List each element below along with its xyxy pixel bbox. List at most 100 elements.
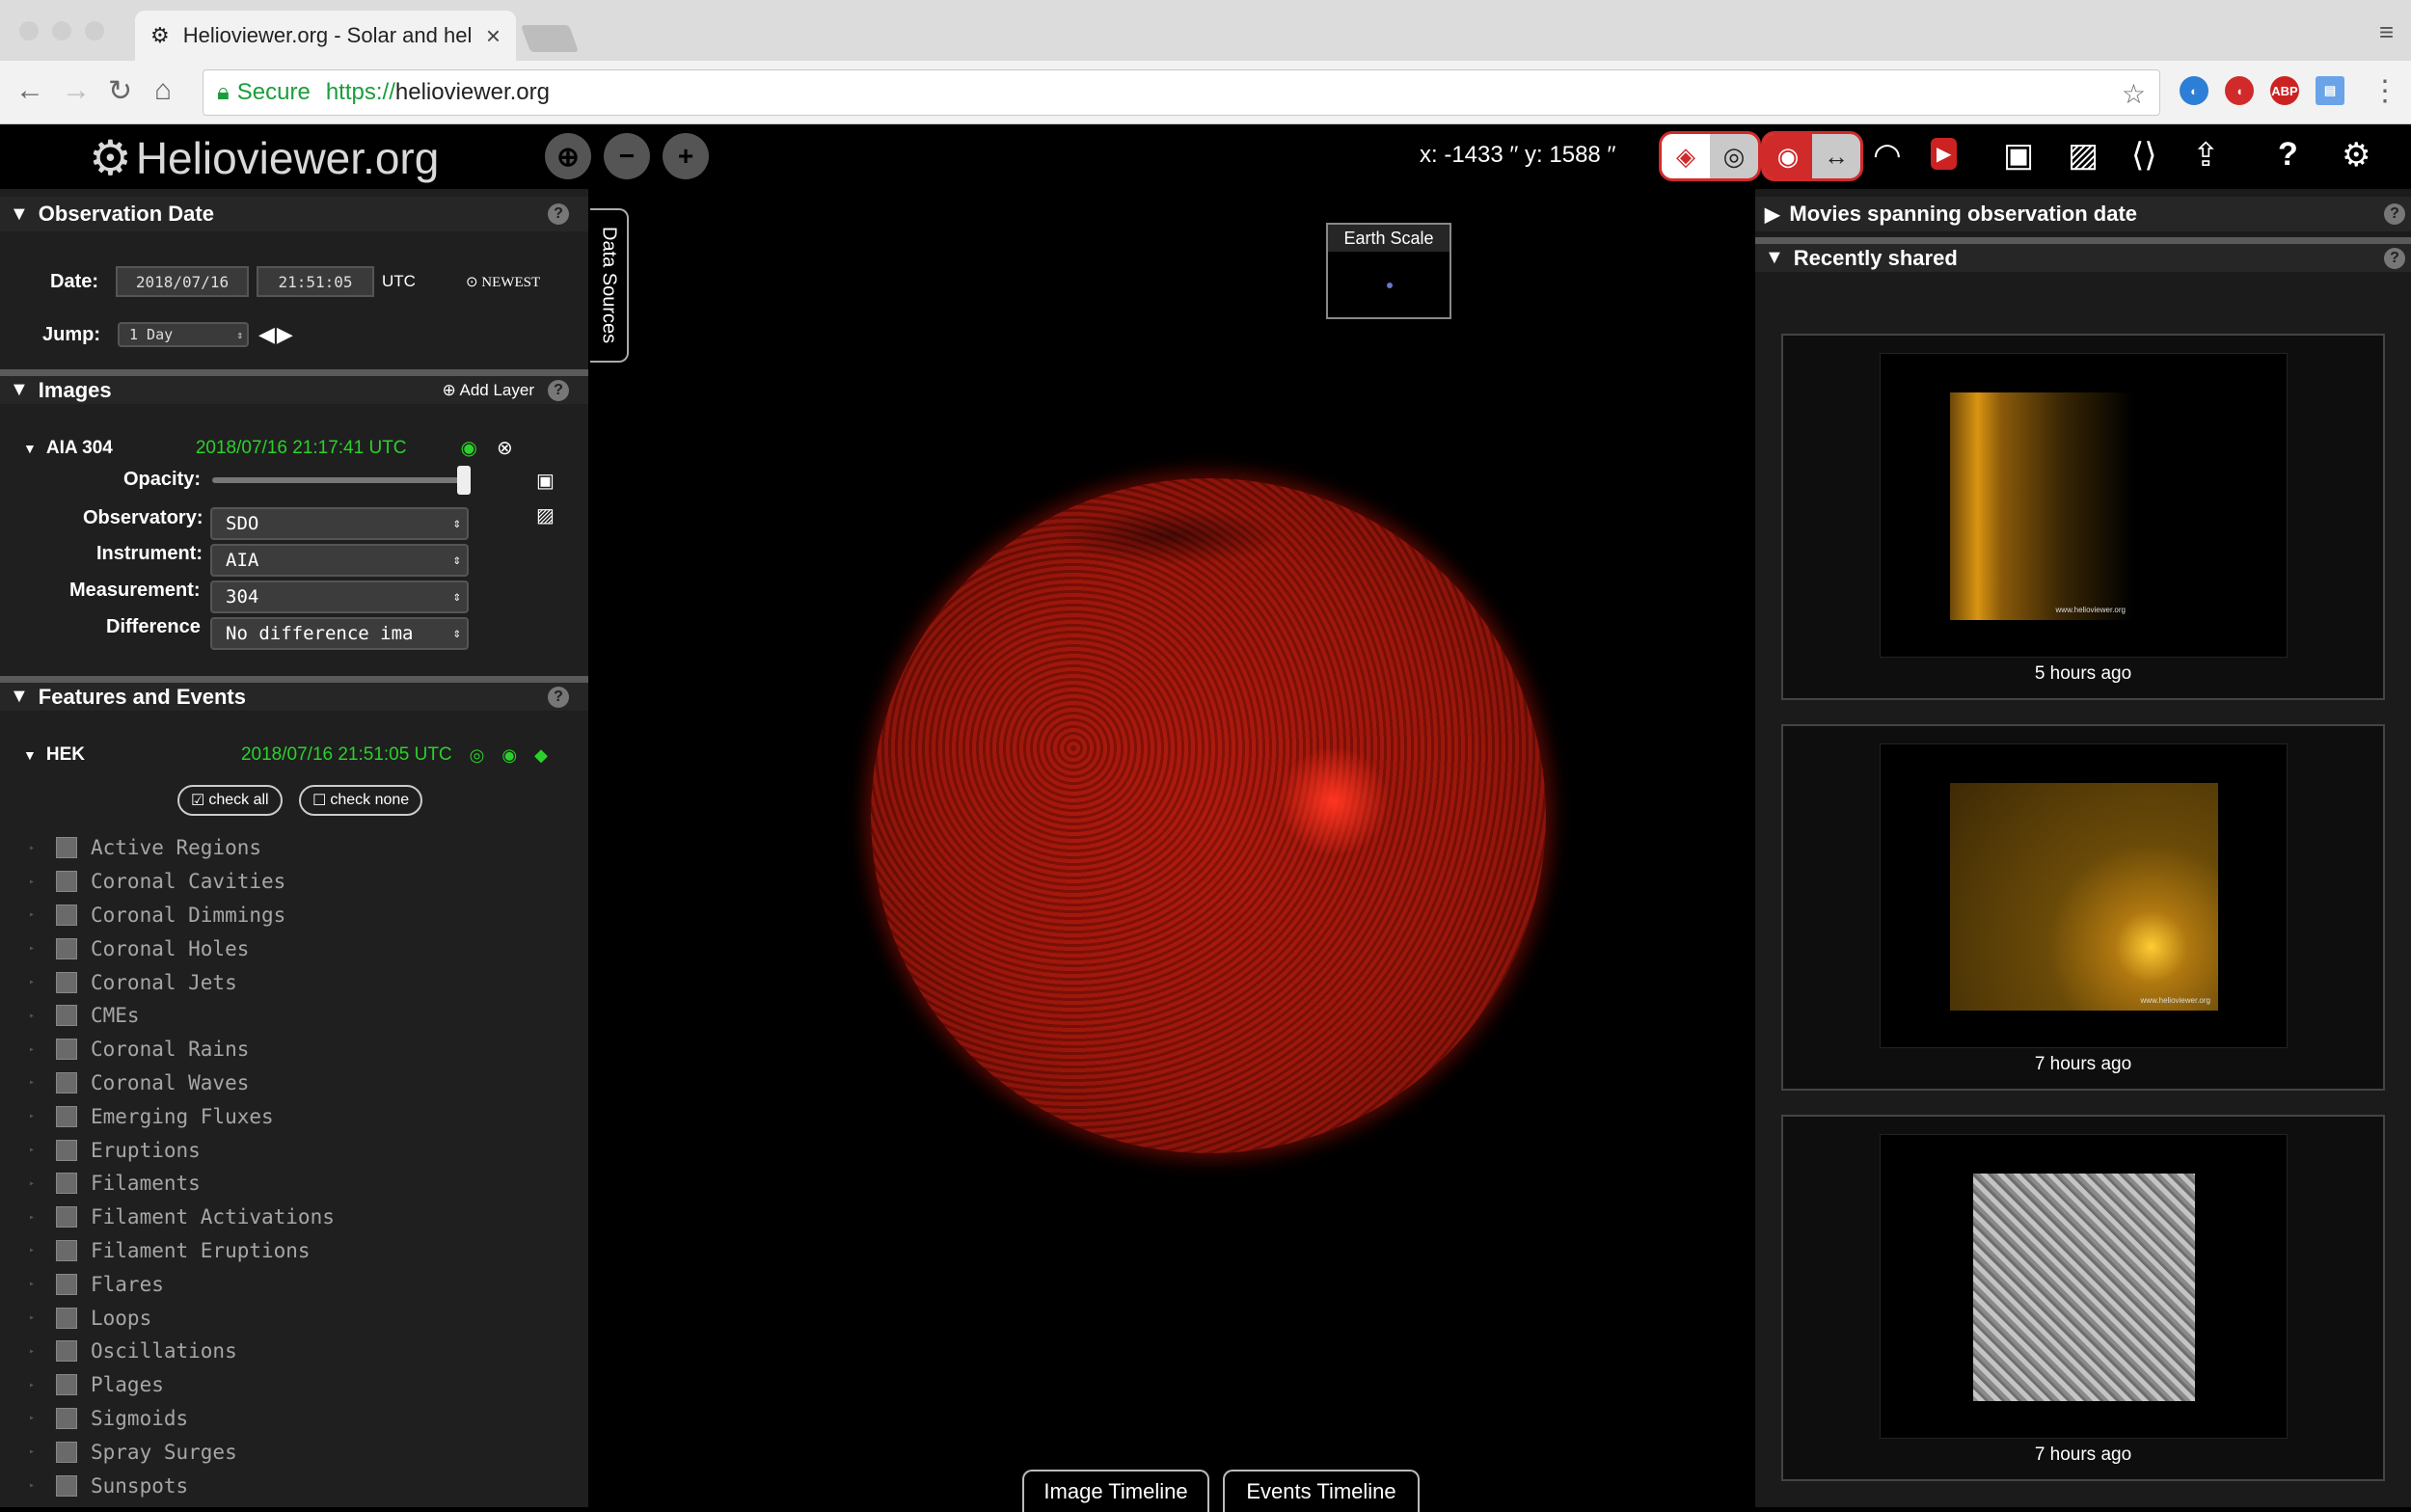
opacity-slider[interactable] (212, 465, 472, 495)
movie-icon[interactable]: ▣ (2003, 136, 2034, 175)
date-input[interactable]: 2018/07/16 (116, 266, 250, 297)
expand-icon[interactable]: ▸ (29, 877, 35, 887)
window-close-button[interactable] (19, 21, 39, 40)
recently-shared-header[interactable]: ▼ Recently shared ? (1755, 237, 2411, 272)
expand-icon[interactable]: ▸ (29, 1480, 35, 1491)
event-checkbox[interactable] (56, 1273, 77, 1295)
newest-button[interactable]: ⊙ NEWEST (466, 273, 540, 291)
event-type-item[interactable]: ▸ Flares (29, 1267, 569, 1301)
labels-tag-icon[interactable]: ◆ (534, 745, 548, 766)
shared-movie-card[interactable]: www.helioviewer.org 5 hours ago (1781, 334, 2385, 700)
expand-icon[interactable]: ▸ (29, 1178, 35, 1189)
3d-cube-icon[interactable]: ◈ (1662, 134, 1710, 178)
event-checkbox[interactable] (56, 1474, 77, 1497)
reload-icon[interactable]: ↻ (108, 74, 132, 108)
event-type-item[interactable]: ▸ Eruptions (29, 1133, 569, 1167)
observatory-select[interactable]: SDO ⇕ (210, 507, 469, 540)
observation-date-header[interactable]: ▼ Observation Date ? (0, 197, 588, 231)
event-type-item[interactable]: ▸ Active Regions (29, 831, 569, 865)
event-checkbox[interactable] (56, 837, 77, 859)
rss-icon[interactable]: ◠ (1873, 136, 1902, 175)
event-type-item[interactable]: ▸ Filament Activations (29, 1201, 569, 1234)
visibility-eye-icon[interactable]: ◉ (461, 436, 477, 460)
event-type-item[interactable]: ▸ Loops (29, 1301, 569, 1335)
expand-icon[interactable]: ▸ (29, 1044, 35, 1055)
add-layer-button[interactable]: ⊕ Add Layer (442, 381, 534, 400)
browser-tab[interactable]: ⚙ Helioviewer.org - Solar and hel × (135, 11, 516, 61)
zoom-out-button[interactable]: − (604, 133, 650, 179)
movie-thumbnail[interactable]: www.helioviewer.org (1880, 353, 2288, 658)
event-type-item[interactable]: ▸ Filaments (29, 1167, 569, 1201)
images-header[interactable]: ▼ Images ⊕ Add Layer ? (0, 369, 588, 404)
expand-icon[interactable]: ▸ (29, 909, 35, 920)
movie-thumbnail[interactable] (1880, 1134, 2288, 1439)
event-checkbox[interactable] (56, 1105, 77, 1127)
help-circle-icon[interactable]: ? (2384, 247, 2405, 269)
event-type-item[interactable]: ▸ Coronal Cavities (29, 865, 569, 899)
shared-movie-card[interactable]: 7 hours ago (1781, 1115, 2385, 1481)
help-circle-icon[interactable]: ? (548, 379, 569, 401)
event-type-item[interactable]: ▸ Coronal Jets (29, 965, 569, 999)
event-checkbox[interactable] (56, 1173, 77, 1195)
expand-icon[interactable]: ▸ (29, 977, 35, 987)
hek-collapse-icon[interactable]: ▼ (23, 747, 37, 763)
expand-icon[interactable]: ▸ (29, 1446, 35, 1457)
expand-icon[interactable]: ▸ (29, 1077, 35, 1088)
event-type-item[interactable]: ▸ Plages (29, 1368, 569, 1402)
jump-forward-icon[interactable]: ▶ (277, 322, 293, 347)
expand-icon[interactable]: ▸ (29, 1245, 35, 1256)
event-type-item[interactable]: ▸ Coronal Waves (29, 1066, 569, 1100)
event-checkbox[interactable] (56, 1374, 77, 1396)
globe-icon[interactable]: ◉ (1764, 134, 1812, 178)
expand-icon[interactable]: ▸ (29, 1011, 35, 1021)
event-type-item[interactable]: ▸ Coronal Holes (29, 932, 569, 965)
event-checkbox[interactable] (56, 1340, 77, 1363)
jump-select[interactable]: 1 Day ⇕ (118, 322, 249, 347)
logo[interactable]: ⚙ Helioviewer.org (89, 130, 439, 186)
visibility-eye-icon[interactable]: ◉ (501, 745, 517, 766)
extension-1-icon[interactable]: ◐ (2180, 76, 2208, 105)
expand-icon[interactable]: ▸ (29, 1279, 35, 1289)
zoom-in-button[interactable]: + (663, 133, 709, 179)
data-sources-tab[interactable]: Data Sources (590, 208, 629, 363)
events-timeline-button[interactable]: Events Timeline (1223, 1470, 1420, 1512)
forward-icon[interactable]: → (62, 74, 91, 107)
event-checkbox[interactable] (56, 971, 77, 993)
image-timeline-button[interactable]: Image Timeline (1022, 1470, 1209, 1512)
event-checkbox[interactable] (56, 1239, 77, 1261)
help-circle-icon[interactable]: ? (548, 686, 569, 708)
home-icon[interactable]: ⌂ (154, 74, 172, 107)
help-circle-icon[interactable]: ? (548, 203, 569, 225)
event-type-item[interactable]: ▸ CMEs (29, 999, 569, 1033)
download-image-icon[interactable]: ▨ (536, 503, 555, 527)
check-all-button[interactable]: ☑ check all (177, 785, 283, 816)
expand-icon[interactable]: ▸ (29, 1312, 35, 1323)
expand-icon[interactable]: ▸ (29, 1145, 35, 1155)
instrument-select[interactable]: AIA ⇕ (210, 544, 469, 577)
extension-2-icon[interactable]: ◖ (2225, 76, 2254, 105)
event-type-item[interactable]: ▸ Oscillations (29, 1335, 569, 1368)
expand-icon[interactable]: ▸ (29, 1380, 35, 1390)
measurement-select[interactable]: 304 ⇕ (210, 580, 469, 613)
help-circle-icon[interactable]: ? (2384, 203, 2405, 225)
tab-close-icon[interactable]: × (486, 21, 501, 51)
event-checkbox[interactable] (56, 937, 77, 959)
expand-icon[interactable]: ▸ (29, 1212, 35, 1223)
movie-thumbnail[interactable]: www.helioviewer.org (1880, 743, 2288, 1048)
horizontal-arrows-icon[interactable]: ↔ (1812, 134, 1860, 178)
event-checkbox[interactable] (56, 1005, 77, 1027)
event-markers-icon[interactable]: ◎ (470, 745, 485, 766)
jump-back-icon[interactable]: ◀ (258, 322, 275, 347)
layer-collapse-icon[interactable]: ▼ (23, 441, 37, 456)
event-type-item[interactable]: ▸ Spray Surges (29, 1435, 569, 1469)
features-events-header[interactable]: ▼ Features and Events ? (0, 676, 588, 711)
difference-select[interactable]: No difference ima ⇕ (210, 617, 469, 650)
expand-icon[interactable]: ▸ (29, 943, 35, 954)
youtube-icon[interactable]: ▶ (1931, 138, 1958, 170)
opacity-slider-handle[interactable] (457, 465, 472, 495)
expand-icon[interactable]: ▸ (29, 1111, 35, 1121)
window-minimize-button[interactable] (52, 21, 71, 40)
event-type-item[interactable]: ▸ Filament Eruptions (29, 1234, 569, 1268)
center-view-button[interactable]: ⊕ (545, 133, 591, 179)
shared-movie-card[interactable]: www.helioviewer.org 7 hours ago (1781, 724, 2385, 1091)
